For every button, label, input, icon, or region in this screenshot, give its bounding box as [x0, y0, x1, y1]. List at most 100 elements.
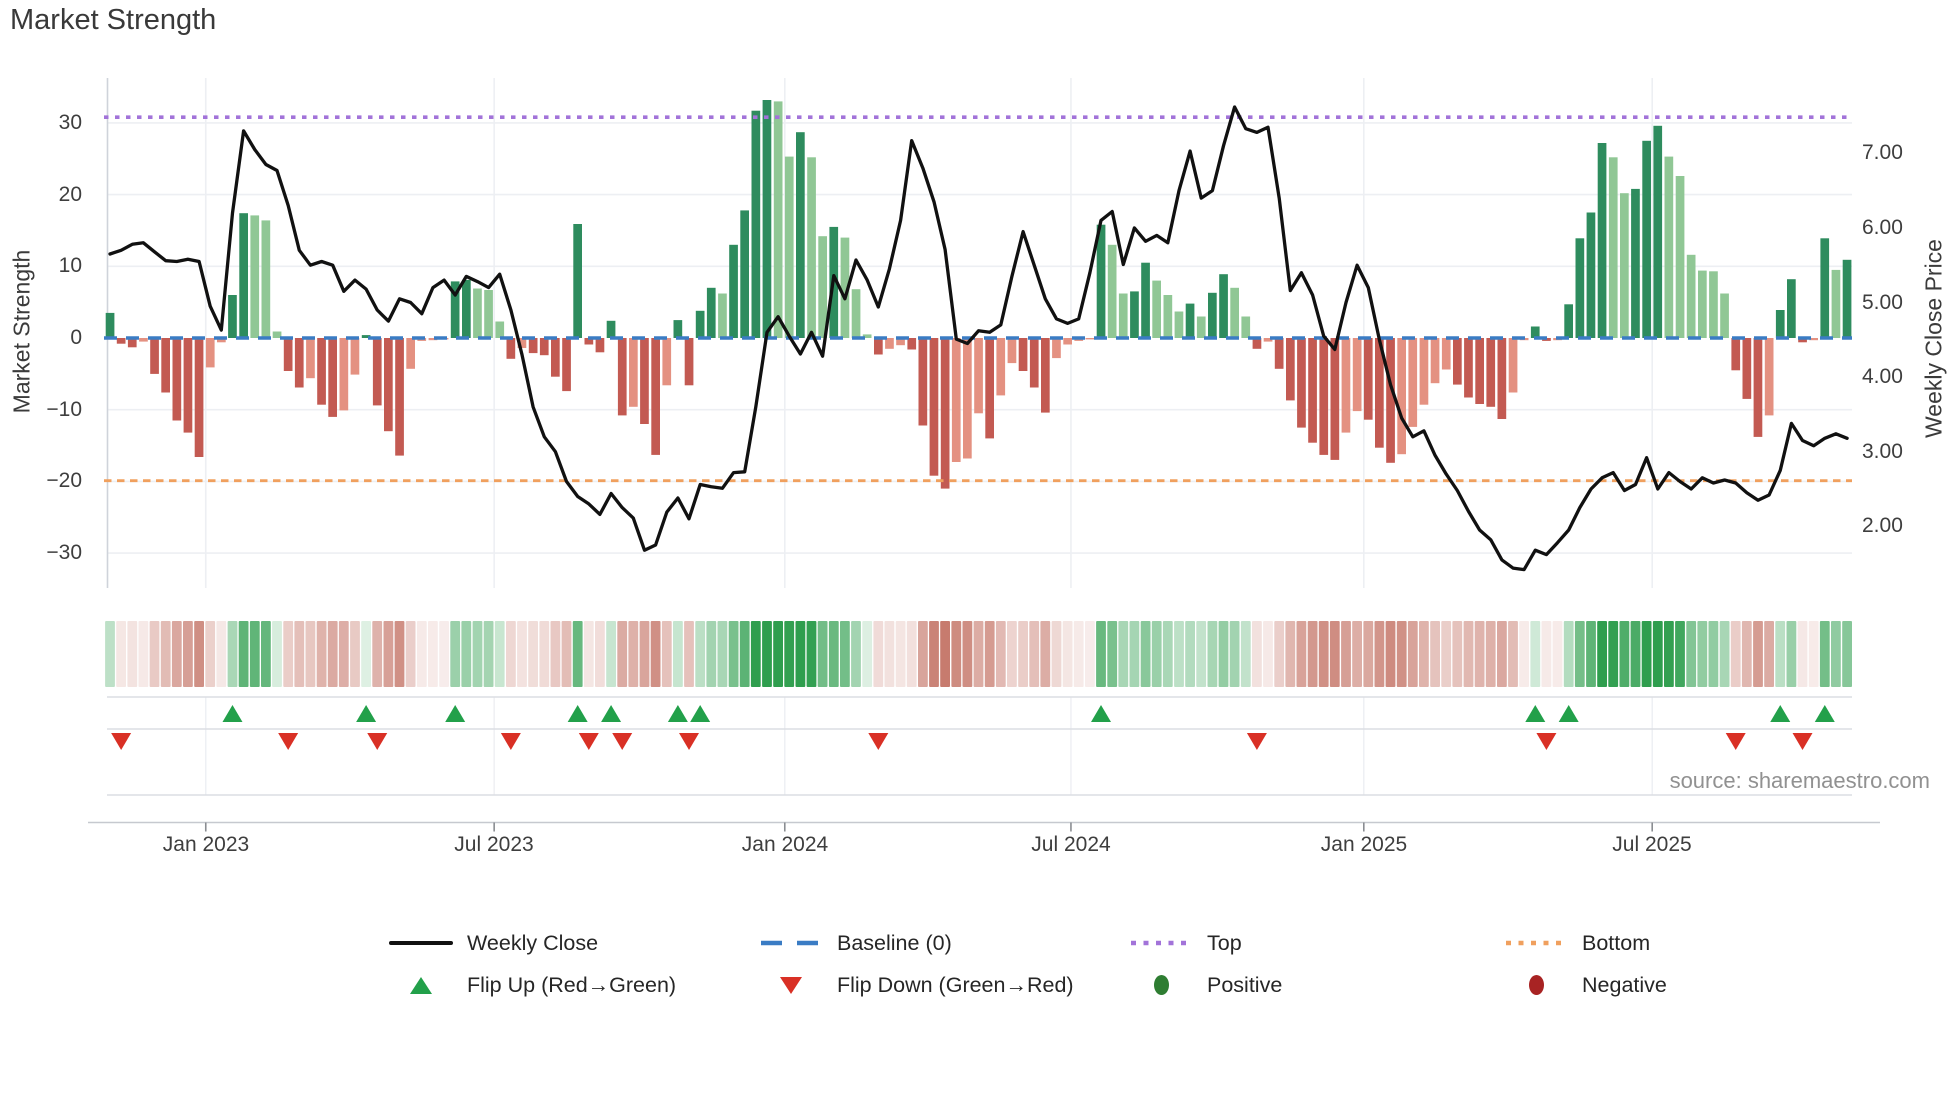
strength-bar — [729, 244, 738, 338]
heatmap-cell — [995, 621, 1006, 687]
flip-up-marker — [1558, 705, 1579, 722]
strength-bar — [851, 289, 861, 338]
heatmap-cell — [361, 621, 371, 687]
heatmap-cell — [506, 621, 516, 687]
y-axis-tick-left: 0 — [70, 326, 82, 349]
strength-bar — [1397, 338, 1406, 455]
strength-bar — [406, 338, 415, 369]
heatmap-cell — [372, 621, 383, 687]
strength-bar — [395, 338, 404, 456]
legend-item-top: Top — [1128, 926, 1242, 960]
strength-bar — [1453, 338, 1462, 385]
heatmap-cell — [138, 621, 149, 687]
heatmap-cell — [962, 621, 973, 687]
strength-bar — [484, 290, 493, 338]
strength-bar — [1620, 193, 1629, 338]
heatmap-cell — [1819, 621, 1830, 687]
heatmap-cell — [806, 621, 817, 687]
heatmap-cell — [929, 621, 939, 687]
strength-bar — [1742, 338, 1752, 399]
strength-bar — [116, 338, 126, 344]
strength-bar — [528, 338, 538, 354]
strength-bar — [1408, 338, 1418, 427]
strength-bar — [1163, 295, 1173, 338]
heatmap-cell — [1229, 621, 1240, 687]
strength-bar — [673, 320, 683, 338]
heatmap-cell — [338, 621, 349, 687]
strength-bar — [573, 224, 582, 338]
legend-label: Positive — [1207, 972, 1283, 997]
heatmap-cell — [1018, 621, 1028, 687]
flip-up-marker — [356, 705, 377, 722]
strength-bar — [183, 338, 193, 433]
heatmap-cell — [895, 621, 906, 687]
heatmap-cell — [940, 621, 950, 687]
strength-bar — [1686, 254, 1696, 338]
heatmap-cell — [1463, 621, 1474, 687]
strength-bar — [261, 220, 271, 338]
strength-bar — [773, 101, 783, 339]
heatmap-cell — [1174, 621, 1184, 687]
market-strength-chart: Market Strength Market Strength Weekly C… — [0, 0, 1960, 1102]
heatmap-cell — [316, 621, 327, 687]
heatmap-cell — [1753, 621, 1763, 687]
strength-bar — [1230, 287, 1239, 338]
heatmap-cell — [1786, 621, 1797, 687]
heatmap-cell — [639, 621, 650, 687]
strength-bar — [384, 338, 393, 432]
strength-bar — [1363, 338, 1373, 420]
legend-item-baseline: Baseline (0) — [758, 926, 952, 960]
strength-bar — [1308, 338, 1317, 443]
heatmap-cell — [1374, 621, 1385, 687]
heatmap-cell — [1563, 621, 1574, 687]
heatmap-cell — [739, 621, 750, 687]
strength-bar — [963, 338, 972, 459]
legend-item-positive: Positive — [1128, 968, 1282, 1002]
strength-bar — [1787, 279, 1796, 338]
heatmap-cell — [1664, 621, 1674, 687]
heatmap-cell — [851, 621, 861, 687]
strength-bar — [1352, 338, 1362, 412]
heatmap-cell — [1452, 621, 1463, 687]
strength-bar — [1219, 274, 1228, 338]
heatmap-cell — [1719, 621, 1730, 687]
strength-bar — [1196, 316, 1206, 338]
strength-bar — [1174, 311, 1184, 338]
heatmap-cell — [1329, 621, 1340, 687]
strength-bar — [1007, 338, 1017, 364]
heatmap-cell — [1675, 621, 1685, 687]
legend-label: Flip Down (Green→Red) — [837, 972, 1074, 997]
strength-bar — [606, 320, 616, 338]
flip-down-marker — [1792, 733, 1813, 750]
legend-label: Weekly Close — [467, 930, 599, 955]
heatmap-cell — [1207, 621, 1218, 687]
strength-bar — [807, 157, 816, 338]
heatmap-cell — [160, 621, 171, 687]
strength-bar — [1041, 338, 1050, 413]
heatmap-cell — [750, 621, 761, 687]
top-dotted-icon — [1128, 939, 1194, 947]
heatmap-cell — [1029, 621, 1040, 687]
strength-bar — [1820, 238, 1830, 338]
strength-bar — [662, 338, 672, 386]
y-axis-tick-left: 10 — [58, 254, 82, 277]
legend-item-flip-up: Flip Up (Red→Green) — [388, 968, 676, 1002]
y-axis-tick-left: −10 — [46, 398, 82, 421]
heatmap-cell — [918, 621, 928, 687]
heatmap-cell — [673, 621, 683, 687]
heatmap-cell — [628, 621, 639, 687]
heatmap-cell — [1775, 621, 1786, 687]
heatmap-cell — [828, 621, 839, 687]
strength-bar — [974, 338, 983, 414]
heatmap-cell — [1118, 621, 1129, 687]
strength-bar — [751, 110, 761, 338]
strength-bar — [495, 321, 505, 338]
heatmap-cell — [1407, 621, 1418, 687]
strength-bar — [150, 338, 159, 374]
legend-item-flip-down: Flip Down (Green→Red) — [758, 968, 1074, 1002]
heatmap-cell — [394, 621, 405, 687]
strength-bar — [617, 338, 627, 416]
y-axis-tick-right: 5.00 — [1862, 291, 1903, 314]
strength-bar — [1330, 338, 1340, 460]
strength-bar — [985, 338, 994, 439]
